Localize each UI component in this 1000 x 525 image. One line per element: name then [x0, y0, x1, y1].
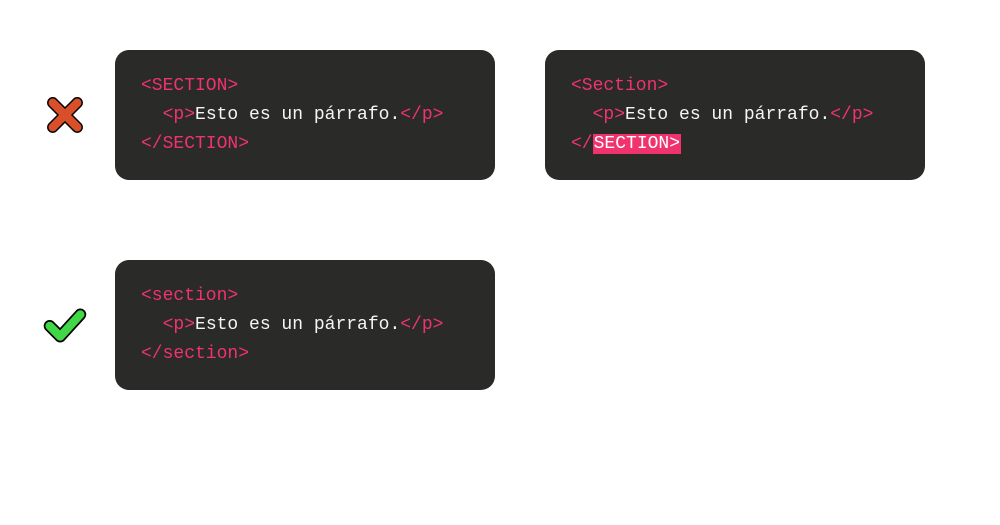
code-token: <Section>: [571, 76, 668, 96]
code-token: </p>: [400, 105, 443, 125]
code-text: Esto es un párrafo.: [195, 105, 400, 125]
code-token: </: [571, 134, 593, 154]
code-token: <SECTION>: [141, 76, 238, 96]
code-token: <p>: [163, 105, 195, 125]
bad-examples-row: <SECTION> <p>Esto es un párrafo.</p> </S…: [35, 50, 925, 180]
check-icon: [35, 302, 95, 348]
good-example-row: <section> <p>Esto es un párrafo.</p> </s…: [35, 260, 495, 390]
code-token: </SECTION>: [141, 134, 249, 154]
good-codeblocks: <section> <p>Esto es un párrafo.</p> </s…: [115, 260, 495, 390]
code-block-good: <section> <p>Esto es un párrafo.</p> </s…: [115, 260, 495, 390]
code-token: </p>: [400, 315, 443, 335]
code-token: <section>: [141, 286, 238, 306]
code-token-highlight: SECTION>: [593, 134, 681, 154]
bad-codeblocks: <SECTION> <p>Esto es un párrafo.</p> </S…: [115, 50, 925, 180]
cross-icon: [35, 94, 95, 136]
code-token: </section>: [141, 344, 249, 364]
code-token: <p>: [163, 315, 195, 335]
code-token: <p>: [593, 105, 625, 125]
code-block-bad-uppercase: <SECTION> <p>Esto es un párrafo.</p> </S…: [115, 50, 495, 180]
code-token: </p>: [830, 105, 873, 125]
code-text: Esto es un párrafo.: [625, 105, 830, 125]
code-text: Esto es un párrafo.: [195, 315, 400, 335]
code-block-bad-mixed: <Section> <p>Esto es un párrafo.</p> </S…: [545, 50, 925, 180]
